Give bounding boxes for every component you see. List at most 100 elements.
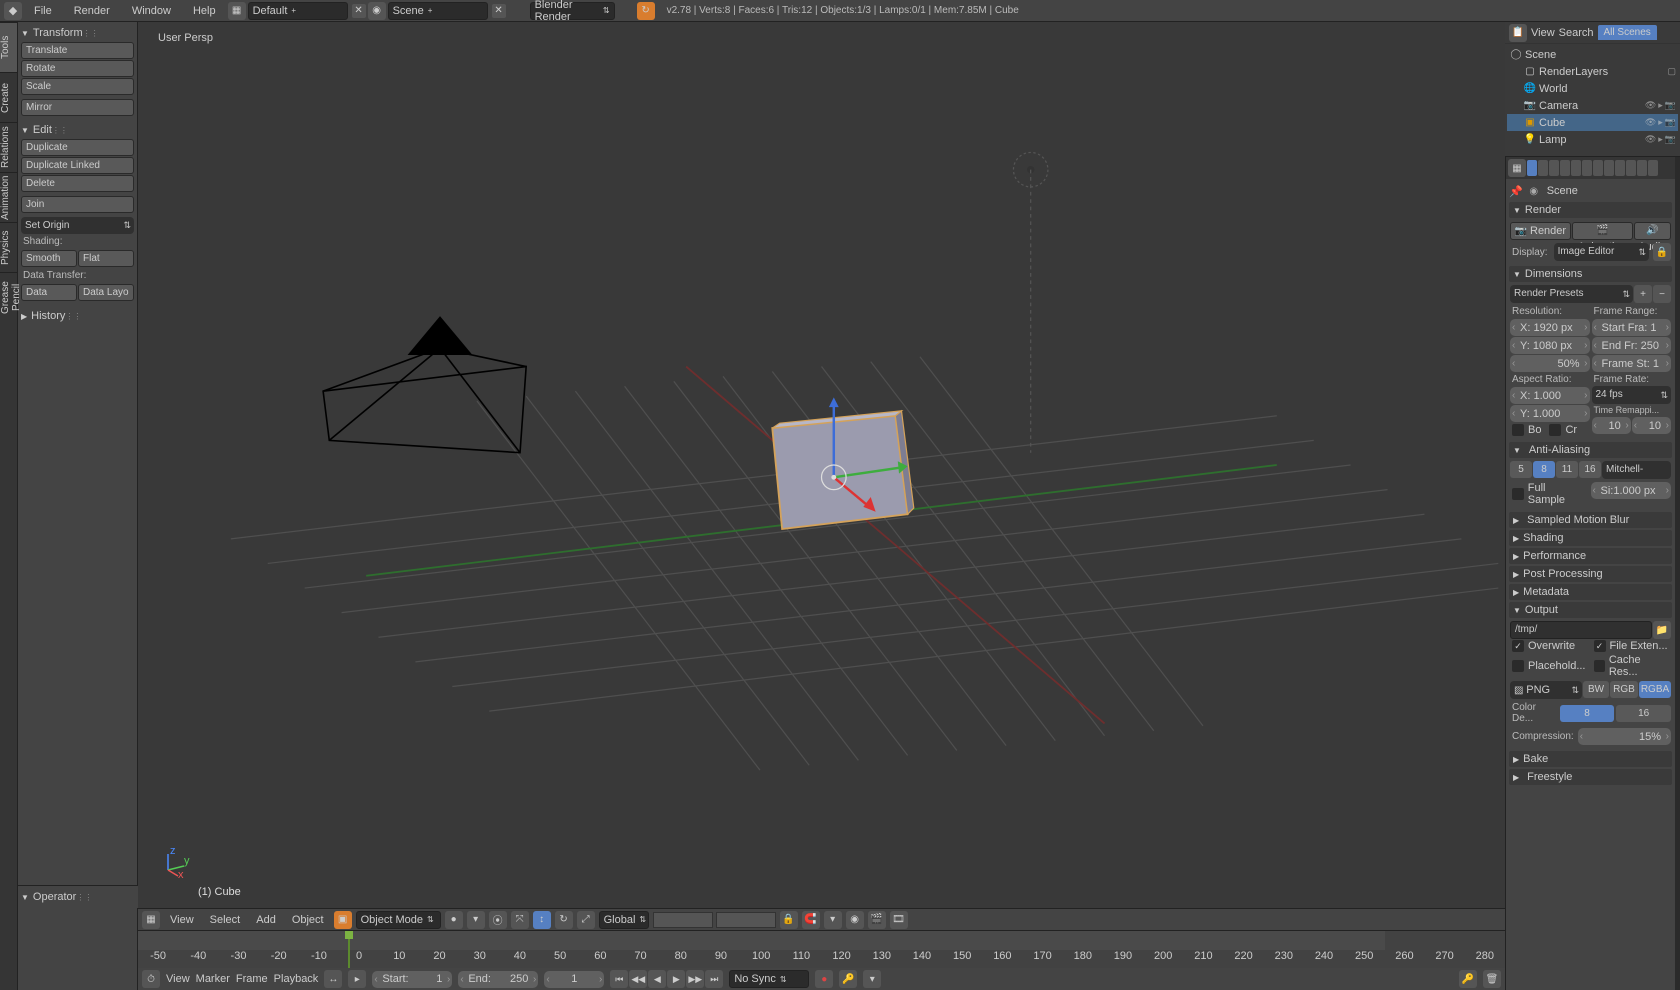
aa-header[interactable]: ▼Anti-Aliasing (1509, 442, 1672, 458)
menu-file[interactable]: File (24, 1, 62, 21)
shading-header[interactable]: ▶Shading (1509, 530, 1672, 546)
set-origin-select[interactable]: Set Origin (21, 217, 134, 234)
vp-select[interactable]: Select (204, 914, 247, 926)
manip-rotate-icon[interactable]: ↻ (555, 911, 573, 929)
duplicate-button[interactable]: Duplicate (21, 139, 134, 156)
tree-renderlayers[interactable]: ▢RenderLayers▢ (1507, 63, 1678, 80)
smb-header[interactable]: ▶Sampled Motion Blur (1509, 512, 1672, 528)
vp-add[interactable]: Add (250, 914, 282, 926)
full-sample-check[interactable]: Full Sample (1510, 481, 1587, 507)
fps-select[interactable]: 24 fps (1592, 386, 1672, 404)
mode-dropdown[interactable]: Object Mode⇅ (356, 911, 441, 929)
aa-8[interactable]: 8 (1533, 461, 1555, 478)
blender-icon[interactable]: ◆ (4, 2, 22, 20)
tree-lamp[interactable]: 💡Lamp👁▸📷 (1507, 131, 1678, 148)
tl-range-icon[interactable]: ↔ (324, 970, 342, 988)
scene-icon[interactable]: ◉ (368, 2, 386, 20)
tree-scene[interactable]: ◯Scene (1507, 46, 1678, 63)
mirror-button[interactable]: Mirror (21, 99, 134, 116)
update-icon[interactable]: ↻ (637, 2, 655, 20)
keying-set-icon[interactable]: 🔑 (839, 970, 857, 988)
output-path[interactable]: /tmp/ (1510, 621, 1652, 639)
tree-cube[interactable]: ▣Cube👁▸📷 (1507, 114, 1678, 131)
jump-start-icon[interactable]: ⏮ (610, 970, 628, 988)
shading-solid-icon[interactable]: ● (445, 911, 463, 929)
placeholder-check[interactable]: Placehold... (1510, 653, 1590, 679)
bake-header[interactable]: ▶Bake (1509, 751, 1672, 767)
render-preview-icon[interactable]: 🎬 (868, 911, 886, 929)
manip-scale-icon[interactable]: ⤢ (577, 911, 595, 929)
layout-close[interactable]: ✕ (352, 4, 366, 18)
tl-insert-key-icon[interactable]: 🔑 (1459, 970, 1477, 988)
pp-header[interactable]: ▶Post Processing (1509, 566, 1672, 582)
frame-step[interactable]: Frame St: 1 (1592, 355, 1672, 372)
vp-view[interactable]: View (164, 914, 200, 926)
output-header[interactable]: ▼Output (1509, 602, 1672, 618)
ol-view[interactable]: View (1531, 27, 1555, 39)
scene-dropdown[interactable]: Scene+ (388, 2, 488, 20)
operator-header[interactable]: ▼Operator⋮⋮ (21, 889, 135, 905)
tree-world[interactable]: 🌐World (1507, 80, 1678, 97)
tl-view[interactable]: View (166, 973, 190, 985)
keyframe-next-icon[interactable]: ▶▶ (686, 970, 704, 988)
smooth-button[interactable]: Smooth (21, 250, 77, 267)
format-select[interactable]: ▨ PNG (1510, 681, 1582, 699)
pin-icon[interactable]: 📌 (1509, 185, 1523, 198)
aspect-y[interactable]: Y: 1.000 (1510, 405, 1590, 422)
cd-8[interactable]: 8 (1560, 705, 1615, 722)
render-panel-header[interactable]: ▼Render (1509, 202, 1672, 218)
compression[interactable]: 15% (1578, 728, 1671, 745)
3d-viewport[interactable]: User Persp (1) Cube z y x (138, 22, 1505, 908)
tl-delete-key-icon[interactable]: 🗑 (1483, 970, 1501, 988)
props-editor-icon[interactable]: ▦ (1508, 159, 1526, 177)
outliner-editor-icon[interactable]: 📋 (1509, 24, 1527, 42)
res-pct[interactable]: 50% (1510, 355, 1590, 372)
translate-button[interactable]: Translate (21, 42, 134, 59)
freestyle-header[interactable]: ▶Freestyle (1509, 769, 1672, 785)
aa-size[interactable]: Si:1.000 px (1591, 482, 1672, 499)
ol-search[interactable]: Search (1559, 27, 1594, 39)
remap-new[interactable]: 10 (1632, 417, 1671, 434)
tab-create[interactable]: Create (0, 72, 17, 122)
tab-grease-pencil[interactable]: Grease Pencil (0, 272, 17, 322)
join-button[interactable]: Join (21, 196, 134, 213)
preset-add-icon[interactable]: + (1634, 285, 1652, 303)
browse-folder-icon[interactable]: 📁 (1653, 621, 1671, 639)
audio-button[interactable]: 🔊 Audio (1634, 222, 1671, 240)
lock-interface-icon[interactable]: 🔒 (1653, 243, 1671, 261)
meta-header[interactable]: ▶Metadata (1509, 584, 1672, 600)
shading-menu-icon[interactable]: ▾ (467, 911, 485, 929)
bw-button[interactable]: BW (1583, 681, 1609, 698)
crop-check[interactable]: Cr (1547, 423, 1579, 437)
history-header[interactable]: ▶History⋮⋮ (21, 308, 134, 324)
tab-relations[interactable]: Relations (0, 122, 17, 172)
rotate-button[interactable]: Rotate (21, 60, 134, 77)
layout-dropdown[interactable]: Default+ (248, 2, 348, 20)
tab-modifiers[interactable] (1593, 160, 1603, 176)
play-icon[interactable]: ▶ (667, 970, 685, 988)
aa-5[interactable]: 5 (1510, 461, 1532, 478)
tl-follow-icon[interactable]: ▸ (348, 970, 366, 988)
tab-material[interactable] (1615, 160, 1625, 176)
pivot-icon[interactable]: ⦿ (489, 911, 507, 929)
play-reverse-icon[interactable]: ◀ (648, 970, 666, 988)
manipulator-icon[interactable]: ⤧ (511, 911, 529, 929)
timeline-track[interactable]: -50-40-30-20-100102030405060708090100110… (138, 930, 1505, 968)
res-y[interactable]: Y: 1080 px (1510, 337, 1590, 354)
aspect-x[interactable]: X: 1.000 (1510, 387, 1590, 404)
perf-header[interactable]: ▶Performance (1509, 548, 1672, 564)
scale-button[interactable]: Scale (21, 78, 134, 95)
tab-object[interactable] (1571, 160, 1581, 176)
tab-texture[interactable] (1626, 160, 1636, 176)
aa-filter[interactable]: Mitchell-Net... (1602, 461, 1671, 479)
presets-select[interactable]: Render Presets (1510, 285, 1633, 303)
scene-close[interactable]: ✕ (492, 4, 506, 18)
orientation-dropdown[interactable]: Global⇅ (599, 911, 649, 929)
cache-check[interactable]: Cache Res... (1592, 653, 1672, 679)
animation-button[interactable]: 🎬 Animation (1572, 222, 1633, 240)
start-frame[interactable]: Start Fra: 1 (1592, 319, 1672, 336)
frame-start[interactable]: Start:1 (372, 971, 452, 988)
tl-playback[interactable]: Playback (274, 973, 319, 985)
flat-button[interactable]: Flat (78, 250, 134, 267)
menu-help[interactable]: Help (183, 1, 226, 21)
